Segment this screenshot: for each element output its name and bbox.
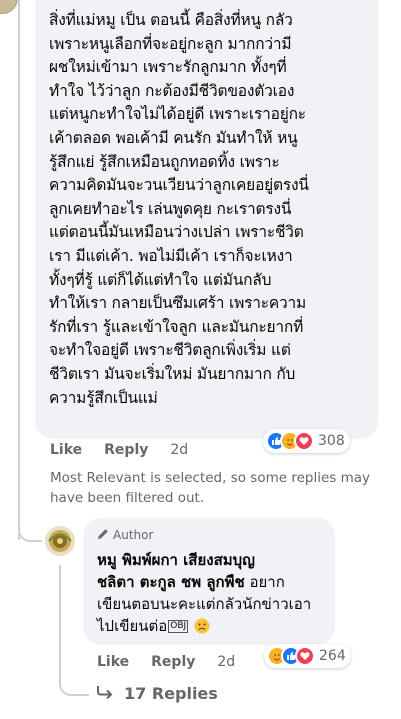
- reply-arrow-icon: [96, 684, 114, 703]
- main-comment-line: ผชใหม่เข้ามา เพราะรักลูกมาก ทั้งๆที่: [49, 58, 287, 77]
- reply-button[interactable]: Reply: [104, 442, 148, 458]
- reply-author-name[interactable]: หมู พิมพ์ผกา เสียงสมบุญ: [97, 551, 255, 569]
- thread-line-hook: [59, 670, 89, 696]
- main-comment-line: ลูกเคยทำอะไร เล่นพูดคุย กะเราตรงนี่: [49, 199, 292, 218]
- main-comment-line: สิ่งที่แม่หมู เป็น ตอนนี้ คือสิ่งที่หนู …: [49, 11, 293, 29]
- reply-line2: เขียนตอบนะคะแต่กลัวนักข่าวเอา: [97, 595, 312, 613]
- main-comment-line: เพราะหนูเลือกที่จะอยู่กะลูก มากกว่ามี: [49, 34, 292, 53]
- main-comment-line: ความคิดมันจะวนเวียนว่าลูกเคยอยู่ตรงนี่: [49, 176, 309, 195]
- main-comment-line: ทำใจ ไว้ว่าลูก กะต้องมีชีวิตของตัวเอง: [49, 81, 295, 100]
- sad-emoji-icon: [194, 618, 210, 640]
- main-comment-line: ทำให้เรา กลายเป็นซึมเศร้า เพราะความ: [49, 294, 307, 313]
- reply-reaction-count: 264: [319, 648, 346, 664]
- comment-timestamp[interactable]: 2d: [170, 442, 188, 458]
- main-comment-line: เค้าตลอด พอเค้ามี คนรัก มันทำให้ หนู: [49, 128, 298, 147]
- view-replies-label: 17 Replies: [124, 684, 218, 703]
- main-comment-line: เรา มีแต่เค้า. พอไม่มีเค้า เราก็จะเหงา: [49, 246, 293, 265]
- main-comment-line: จะทำใจอยู่ดี เพราะชีวิตลูกเพิ่งเริ่ม แต่: [49, 341, 291, 360]
- filter-notice: Most Relevant is selected, so some repli…: [50, 470, 371, 506]
- love-icon: [295, 646, 315, 666]
- author-badge-label: Author: [113, 528, 154, 542]
- mention-link[interactable]: ชลิตา ตะกูล ชพ ลูกพืช: [97, 573, 245, 591]
- author-badge: Author: [97, 526, 321, 544]
- main-reactions[interactable]: 308: [263, 429, 350, 453]
- main-comment-line: รักที่เรา รู้และเข้าใจลูก และมันกะยากที่: [49, 317, 304, 336]
- reply-actions: Like Reply 2d: [97, 654, 235, 670]
- reply-timestamp[interactable]: 2d: [217, 654, 235, 670]
- thread-line-branch: [18, 510, 42, 542]
- main-comment-line: ทั้งๆที่รู้ แต่ก็ได้แต่ทำใจ แต่มันกลับ: [49, 270, 272, 289]
- main-comment-line: แต่ตอนนี้มันเหมือนว่างเปล่า เพราะชีวิต: [49, 223, 304, 242]
- reply-text: หมู พิมพ์ผกา เสียงสมบุญ ชลิตา ตะกูล ชพ ล…: [97, 549, 321, 640]
- reaction-count: 308: [318, 433, 345, 449]
- main-comment-line: ชีวิตเรา มันจะเริ่มใหม่ มันยากมาก กับ: [49, 364, 296, 383]
- main-comment-line: รู้สึกแย่ รู้สึกเหมือนถูกทอดทิ้ง เพราะ: [49, 152, 280, 171]
- reply-line3: ไปเขียนต่อ: [97, 617, 168, 635]
- main-comment-actions: Like Reply 2d: [50, 442, 188, 458]
- view-replies-link[interactable]: 17 Replies: [96, 684, 218, 703]
- main-comment-line: ความรู้สึกเป็นแม่: [49, 388, 158, 407]
- main-comment-line: แต่หนูกะทำใจไม่ได้อยู่ดี เพราะเราอยู่กะ: [49, 105, 306, 124]
- thread-line-reply: [59, 565, 61, 685]
- reply-reactions[interactable]: 264: [264, 644, 351, 668]
- reply-reply-button[interactable]: Reply: [151, 654, 195, 670]
- reply-line1-rest: อยาก: [249, 573, 285, 591]
- like-button[interactable]: Like: [50, 442, 82, 458]
- thread-line-main: [18, 0, 20, 540]
- reply-like-button[interactable]: Like: [97, 654, 129, 670]
- main-comment-bubble: สิ่งที่แม่หมู เป็น ตอนนี้ คือสิ่งที่หนู …: [35, 0, 378, 439]
- commenter-avatar[interactable]: [0, 0, 18, 14]
- reply-author-avatar[interactable]: [45, 526, 75, 556]
- pencil-icon: [97, 528, 109, 543]
- reply-bubble: Author หมู พิมพ์ผกา เสียงสมบุญ ชลิตา ตะก…: [83, 518, 335, 645]
- object-replacement-glyph: OBJ: [168, 620, 189, 633]
- main-comment-text: สิ่งที่แม่หมู เป็น ตอนนี้ คือสิ่งที่หนู …: [49, 9, 364, 410]
- love-icon: [294, 431, 314, 451]
